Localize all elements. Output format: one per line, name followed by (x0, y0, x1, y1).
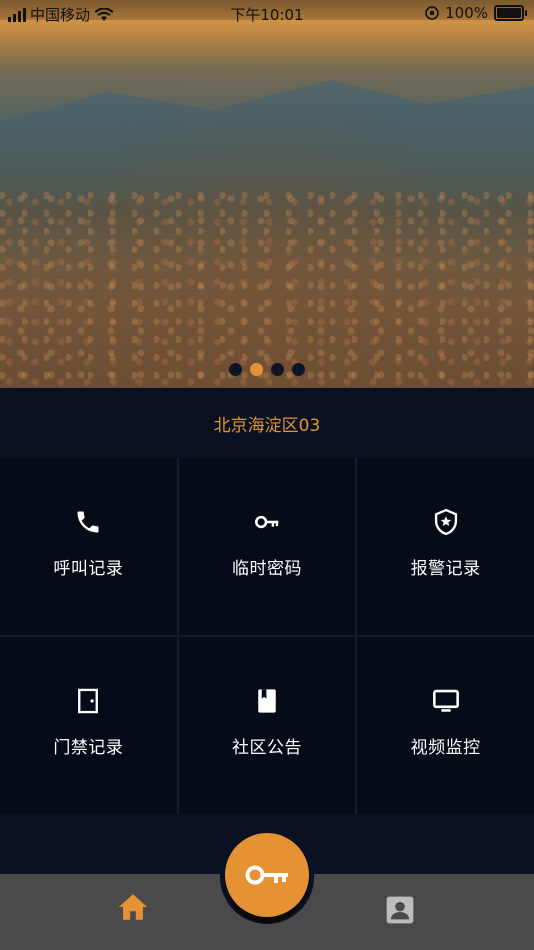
battery-percent: 100% (445, 4, 488, 22)
mountain-reflection (0, 20, 534, 122)
location-title: 北京海淀区03 (0, 388, 534, 458)
orientation-lock-icon (425, 6, 439, 20)
carousel-indicator (0, 363, 534, 376)
battery-icon (494, 5, 527, 21)
carousel-dot[interactable] (271, 363, 284, 376)
door-access-records-button[interactable]: 门禁记录 (0, 637, 177, 814)
carousel-dot-active[interactable] (250, 363, 263, 376)
key-icon (245, 865, 288, 885)
carousel-dot[interactable] (292, 363, 305, 376)
status-bar: 中国移动 下午10:01 100% (0, 0, 534, 28)
alarm-records-label: 报警记录 (410, 559, 481, 579)
community-notice-label: 社区公告 (231, 738, 302, 758)
unlock-button[interactable] (225, 833, 309, 917)
bookmark-icon (258, 689, 276, 713)
shield-star-icon (434, 508, 457, 536)
community-notice-button[interactable]: 社区公告 (178, 637, 356, 814)
banner-image[interactable] (0, 0, 534, 388)
temp-password-label: 临时密码 (231, 559, 302, 579)
door-icon (78, 688, 99, 714)
call-records-label: 呼叫记录 (53, 559, 124, 579)
video-monitor-label: 视频监控 (410, 738, 481, 758)
alarm-records-button[interactable]: 报警记录 (357, 458, 534, 635)
lake-pebbles (0, 190, 534, 388)
video-monitor-button[interactable]: 视频监控 (357, 637, 534, 814)
carousel-dot[interactable] (229, 363, 242, 376)
phone-icon (77, 511, 99, 533)
feature-grid: 呼叫记录 临时密码 报警记录 门禁记录 社区公告 视频监控 (0, 458, 534, 814)
contact-icon[interactable] (384, 894, 416, 926)
monitor-icon (432, 689, 459, 712)
call-records-button[interactable]: 呼叫记录 (0, 458, 177, 635)
temp-password-button[interactable]: 临时密码 (178, 458, 356, 635)
door-access-records-label: 门禁记录 (53, 738, 124, 758)
home-icon[interactable] (116, 890, 150, 924)
status-right: 100% (425, 4, 527, 22)
key-icon (254, 515, 279, 529)
